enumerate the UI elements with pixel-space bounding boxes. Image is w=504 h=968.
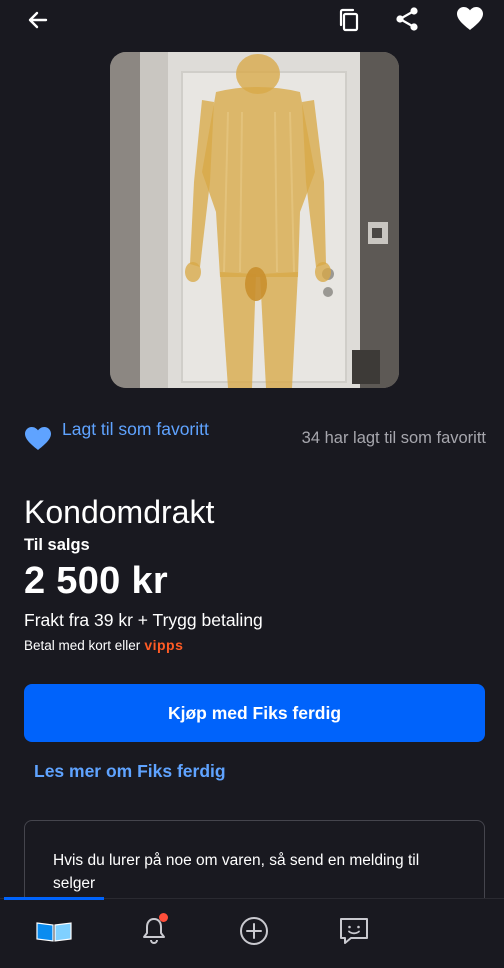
back-arrow-icon[interactable]: [20, 2, 56, 38]
new-ad-icon[interactable]: [234, 911, 274, 951]
favorite-status-label[interactable]: Lagt til som favoritt: [62, 418, 212, 441]
copy-icon[interactable]: [331, 2, 367, 38]
listing-status: Til salgs: [24, 536, 90, 554]
listing-title: Kondomdrakt: [24, 494, 215, 530]
favorite-count: 34 har lagt til som favoritt: [301, 429, 486, 447]
nav-active-indicator: [4, 897, 104, 900]
top-bar: [0, 0, 504, 40]
home-icon[interactable]: [34, 911, 74, 951]
messages-icon[interactable]: [334, 911, 374, 951]
vipps-logo: vipps: [144, 637, 184, 653]
listing-price: 2 500 kr: [24, 560, 168, 602]
shipping-info: Frakt fra 39 kr + Trygg betaling: [24, 610, 263, 630]
notifications-icon[interactable]: [134, 911, 174, 951]
listing-image[interactable]: [110, 52, 399, 388]
heart-filled-icon[interactable]: [452, 1, 488, 37]
payment-info: Betal med kort eller vipps: [24, 637, 183, 653]
listing-photo-illustration: [110, 52, 399, 388]
share-icon[interactable]: [389, 1, 425, 37]
buy-button[interactable]: Kjøp med Fiks ferdig: [24, 684, 485, 742]
bottom-nav: [0, 897, 504, 968]
read-more-link[interactable]: Les mer om Fiks ferdig: [34, 761, 226, 782]
heart-blue-icon[interactable]: [24, 426, 52, 457]
payment-text: Betal med kort eller: [24, 637, 141, 653]
notification-badge: [159, 913, 168, 922]
message-prompt: Hvis du lurer på noe om varen, så send e…: [53, 852, 420, 892]
favorite-row: Lagt til som favoritt 34 har lagt til so…: [0, 412, 504, 472]
